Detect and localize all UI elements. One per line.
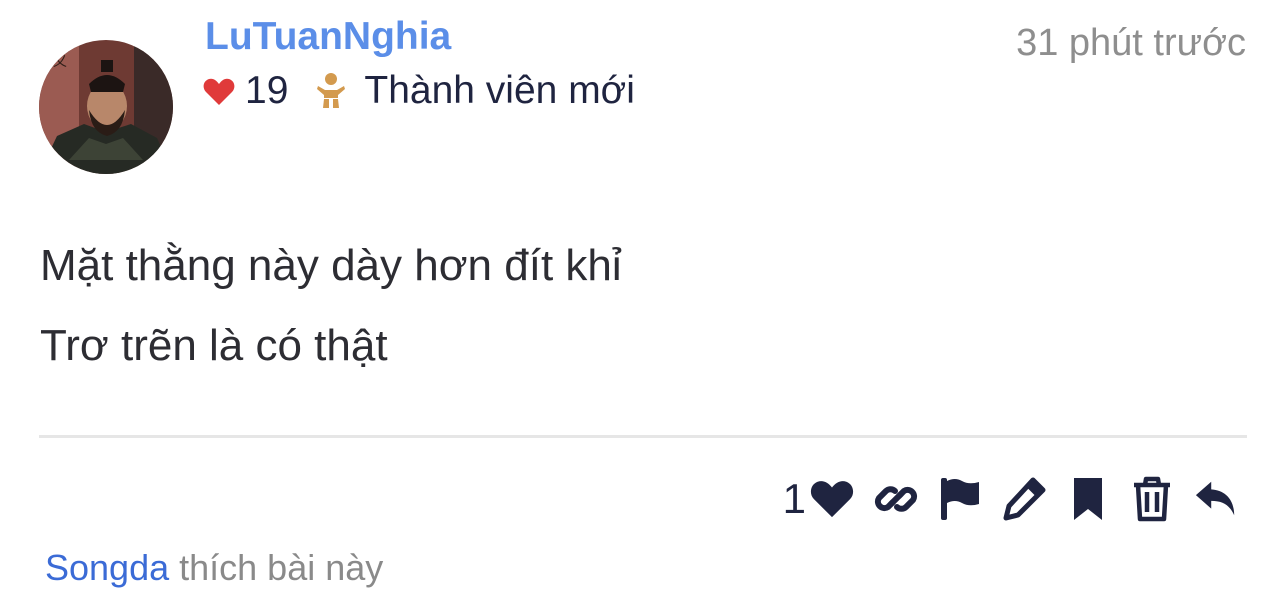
member-rank: Thành viên mới (364, 69, 635, 112)
permalink-button[interactable] (874, 474, 918, 524)
reply-icon (1195, 481, 1235, 516)
link-icon (874, 486, 918, 512)
bookmark-icon (1074, 478, 1102, 520)
flag-icon (941, 478, 979, 520)
report-button[interactable] (938, 474, 982, 524)
post-body: Mặt thằng này dày hơn đít khỉ Trơ trẽn l… (40, 226, 622, 386)
reply-button[interactable] (1194, 474, 1238, 524)
reputation-count: 19 (245, 69, 289, 112)
author-name[interactable]: LuTuanNghia (205, 14, 451, 60)
post-card: 义 LuTuanNghia 31 phút trước 19 Thành viê… (0, 0, 1284, 615)
liker-name[interactable]: Songda (45, 547, 169, 588)
baby-icon (316, 72, 346, 110)
pencil-icon (1003, 477, 1046, 521)
edit-button[interactable] (1002, 474, 1046, 524)
post-line: Mặt thằng này dày hơn đít khỉ (40, 241, 622, 290)
divider (39, 435, 1247, 438)
like-button[interactable] (810, 474, 854, 524)
post-timestamp[interactable]: 31 phút trước (1016, 20, 1246, 66)
likes-summary: Songda thích bài này (45, 546, 383, 590)
heart-icon (203, 77, 235, 106)
author-meta: 19 Thành viên mới (203, 66, 635, 116)
like-count: 1 (782, 475, 806, 522)
heart-icon (810, 481, 854, 518)
likes-text: thích bài này (179, 547, 384, 588)
avatar[interactable]: 义 (39, 40, 173, 174)
trash-icon (1134, 476, 1170, 522)
post-actions: 1 (783, 474, 1238, 524)
delete-button[interactable] (1130, 474, 1174, 524)
post-line: Trơ trẽn là có thật (40, 321, 388, 370)
bookmark-button[interactable] (1066, 474, 1110, 524)
svg-text:义: 义 (53, 54, 67, 70)
